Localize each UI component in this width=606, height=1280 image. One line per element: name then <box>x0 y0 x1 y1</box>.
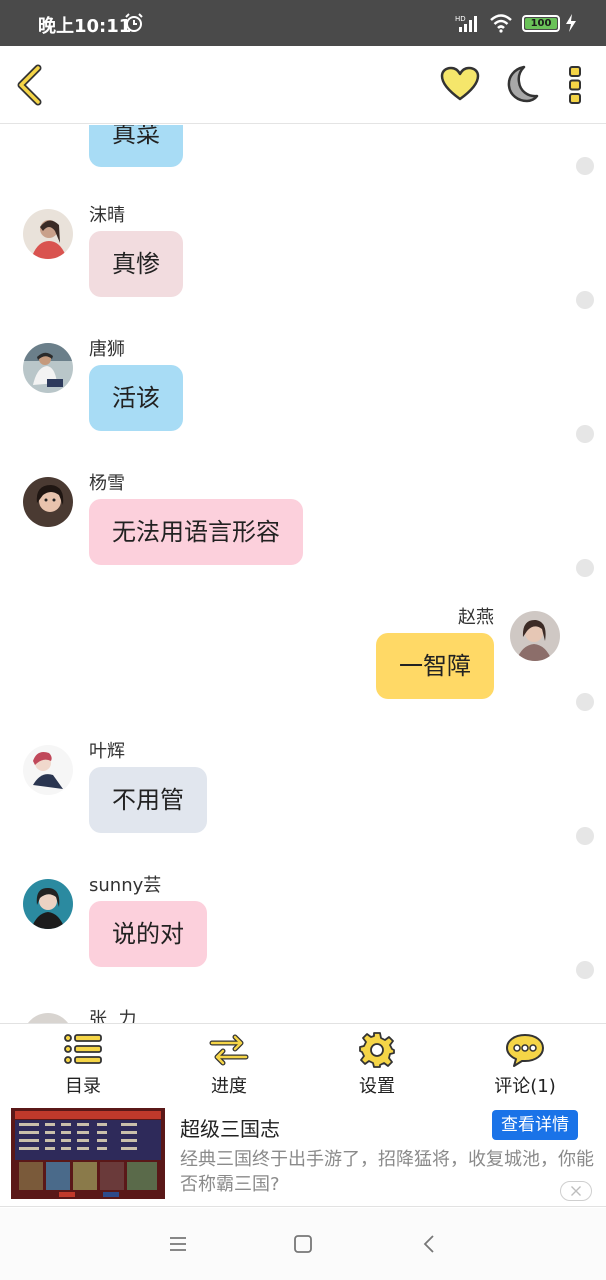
battery-indicator: 100 <box>522 15 560 32</box>
progress-dot <box>576 291 594 309</box>
sender-name: 沫晴 <box>89 205 125 226</box>
sender-name: 张 力 <box>89 1009 137 1023</box>
signal-icon: HD <box>455 15 477 32</box>
progress-dot <box>576 157 594 175</box>
back-nav-icon[interactable] <box>418 1232 442 1256</box>
message-bubble[interactable]: 不用管 <box>89 767 207 833</box>
message-bubble[interactable]: 一智障 <box>376 633 494 699</box>
chat-area[interactable]: 真菜 沫晴 真惨 唐狮 活该 杨雪 无法用语言形容 赵燕 一智障 叶辉 不用管 … <box>0 125 606 1023</box>
avatar[interactable] <box>23 477 73 527</box>
comment-icon <box>506 1034 544 1067</box>
progress-dot <box>576 827 594 845</box>
ad-description: 经典三国终于出手游了，招降猛将，收复城池，你能否称霸三国? <box>180 1149 594 1195</box>
back-icon[interactable] <box>14 64 44 106</box>
moon-icon[interactable] <box>500 64 540 104</box>
avatar[interactable] <box>510 611 560 661</box>
progress-dot <box>576 961 594 979</box>
home-icon[interactable] <box>291 1232 315 1256</box>
toolbar-label: 进度 <box>211 1076 247 1097</box>
list-icon <box>64 1034 102 1064</box>
close-icon[interactable] <box>560 1181 592 1201</box>
avatar[interactable] <box>23 209 73 259</box>
message-bubble[interactable]: 说的对 <box>89 901 207 967</box>
ad-banner[interactable]: 超级三国志 查看详情 经典三国终于出手游了，招降猛将，收复城池，你能否称霸三国? <box>0 1101 606 1207</box>
wifi-icon <box>490 14 512 33</box>
sender-name: 叶辉 <box>89 741 125 762</box>
sender-name: sunny芸 <box>89 875 162 896</box>
bottom-toolbar: 目录 进度 设置 评论(1) <box>0 1023 606 1101</box>
ad-image[interactable] <box>11 1108 165 1199</box>
progress-dot <box>576 559 594 577</box>
toolbar-label: 评论(1) <box>494 1076 556 1097</box>
avatar[interactable] <box>23 879 73 929</box>
system-nav-bar <box>0 1208 606 1280</box>
avatar[interactable] <box>23 343 73 393</box>
status-time: 晚上10:11 <box>38 16 132 37</box>
heart-icon[interactable] <box>440 66 480 102</box>
sender-name: 唐狮 <box>89 339 125 360</box>
menu-icon[interactable] <box>166 1232 190 1256</box>
top-app-bar <box>0 46 606 124</box>
toolbar-comments-button[interactable]: 评论(1) <box>470 1032 580 1098</box>
status-bar: 晚上10:11 HD 100 <box>0 0 606 46</box>
message-bubble[interactable]: 真菜 <box>89 125 183 167</box>
charging-icon <box>566 14 576 32</box>
sender-name: 赵燕 <box>458 607 494 628</box>
message-bubble[interactable]: 真惨 <box>89 231 183 297</box>
toolbar-label: 目录 <box>65 1076 101 1097</box>
ad-details-button[interactable]: 查看详情 <box>492 1110 578 1140</box>
message-bubble[interactable]: 无法用语言形容 <box>89 499 303 565</box>
sender-name: 杨雪 <box>89 473 125 494</box>
swap-arrows-icon <box>209 1034 249 1066</box>
toolbar-label: 设置 <box>359 1076 395 1097</box>
gear-icon <box>359 1032 395 1068</box>
avatar[interactable] <box>23 745 73 795</box>
battery-level: 100 <box>525 18 557 29</box>
progress-dot <box>576 693 594 711</box>
alarm-icon <box>125 13 143 32</box>
progress-dot <box>576 425 594 443</box>
ad-title[interactable]: 超级三国志 <box>180 1113 280 1142</box>
message-bubble[interactable]: 活该 <box>89 365 183 431</box>
more-icon[interactable] <box>564 66 586 104</box>
toolbar-progress-button[interactable]: 进度 <box>174 1032 284 1098</box>
toolbar-catalog-button[interactable]: 目录 <box>28 1032 138 1098</box>
svg-text:HD: HD <box>455 15 466 23</box>
avatar[interactable] <box>23 1013 73 1023</box>
toolbar-settings-button[interactable]: 设置 <box>322 1032 432 1098</box>
